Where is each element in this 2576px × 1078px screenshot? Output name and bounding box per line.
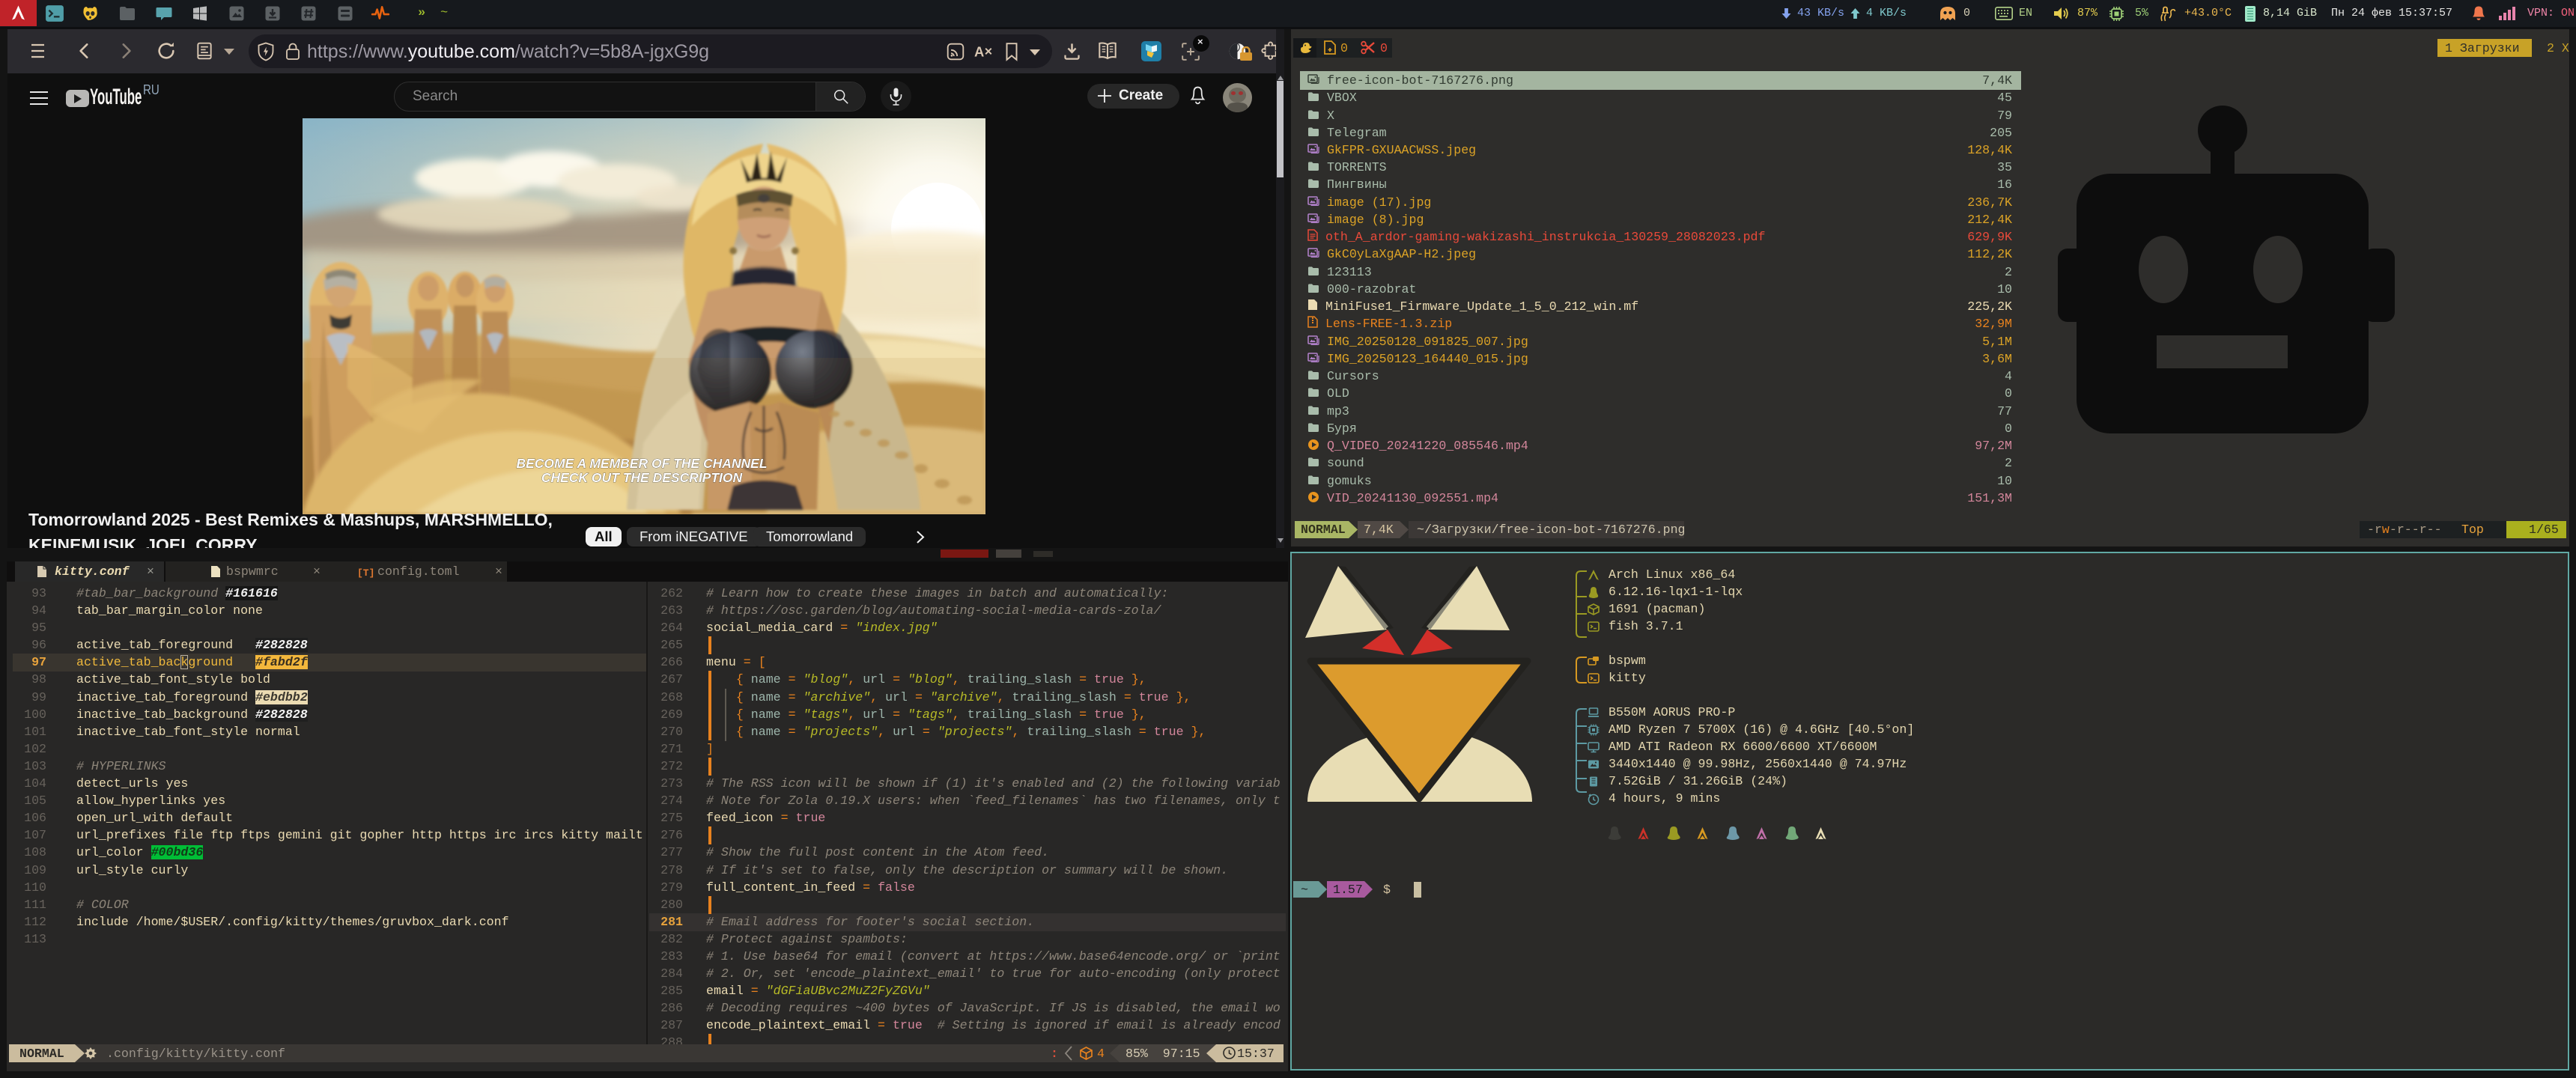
svg-text:BECOME A MEMBER OF THE CHANNEL: BECOME A MEMBER OF THE CHANNEL: [516, 456, 767, 471]
svg-text:CHECK OUT THE DESCRIPTION: CHECK OUT THE DESCRIPTION: [541, 470, 743, 485]
svg-text:A: A: [974, 44, 984, 60]
